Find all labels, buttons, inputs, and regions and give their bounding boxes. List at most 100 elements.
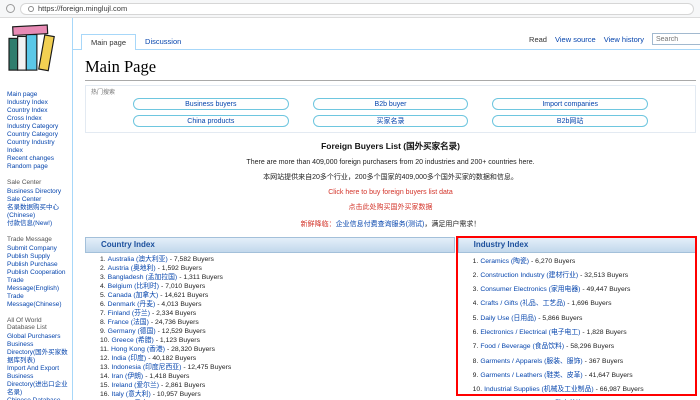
sidebar-section-link[interactable]: Import And Export Business Directory(进出口…	[7, 365, 69, 397]
country-row: 16.Italy (意大利)- 10,957 Buyers	[100, 390, 455, 399]
country-link[interactable]: Austria (奥地利)	[108, 265, 156, 272]
country-row: 6.Denmark (丹麦)- 4,013 Buyers	[100, 300, 455, 309]
sidebar-section-link[interactable]: Business Directory Sale Center	[7, 188, 69, 204]
sidebar-section-link[interactable]: Submit Company	[7, 245, 69, 253]
country-link[interactable]: Finland (芬兰)	[108, 310, 150, 317]
buy-data-link-zh[interactable]: 点击此处购买国外买家数据	[349, 204, 433, 211]
industry-link[interactable]: Consumer Electronics (家用电器)	[480, 286, 580, 293]
buyer-count: - 32,513 Buyers	[580, 272, 628, 279]
paid-query-service-link[interactable]: 企业信息付费查询服务(测试)	[336, 221, 425, 228]
intro-title: Foreign Buyers List (国外买家名录)	[85, 140, 696, 152]
sidebar-section-link[interactable]: Publish Cooperation	[7, 269, 69, 277]
sidebar-section-link[interactable]: 付款信息(New!)	[7, 220, 69, 228]
notice-line: 新鲜降临：企业信息付费查询服务(测试)，满足用户需求！	[85, 219, 696, 229]
country-link[interactable]: Hong Kong (香港)	[111, 346, 165, 353]
url-text: https://foreign.minglujl.com	[38, 4, 127, 13]
country-link[interactable]: France (法国)	[108, 319, 149, 326]
view-tabs: Read View source View history	[529, 33, 700, 49]
country-link[interactable]: Denmark (丹麦)	[108, 301, 156, 308]
intro-line-en: There are more than 409,000 foreign purc…	[85, 159, 696, 166]
industry-link[interactable]: Garments / Apparels (服装、服饰)	[480, 358, 582, 365]
sidebar-nav-link[interactable]: Random page	[7, 163, 69, 171]
industry-link[interactable]: Crafts / Gifts (礼品、工艺品)	[480, 300, 565, 307]
sidebar-section-link[interactable]: Trade Message(English)	[7, 277, 69, 293]
country-link[interactable]: Belgium (比利时)	[108, 283, 159, 290]
sidebar-nav-link[interactable]: Cross Index	[7, 115, 69, 123]
country-link[interactable]: Australia (澳大利亚)	[108, 256, 168, 263]
sidebar-nav-link[interactable]: Industry Category	[7, 123, 69, 131]
buy-data-link-en[interactable]: Click here to buy foreign buyers list da…	[328, 189, 453, 196]
country-link[interactable]: Iran (伊朗)	[111, 373, 143, 380]
buyer-count: - 367 Buyers	[585, 358, 624, 365]
sidebar-section-link[interactable]: Global Purchasers Business Directory(国外买…	[7, 333, 69, 365]
buyer-count: - 2,861 Buyers	[161, 382, 205, 389]
country-link[interactable]: Germany (德国)	[108, 328, 156, 335]
quick-link-button[interactable]: B2b buyer	[313, 98, 469, 110]
buyer-count: - 28,320 Buyers	[167, 346, 215, 353]
tab-read[interactable]: Read	[529, 35, 547, 44]
sidebar-nav-link[interactable]: Industry Index	[7, 99, 69, 107]
row-number: 7.	[473, 343, 479, 350]
books-icon	[7, 23, 61, 73]
country-link[interactable]: Greece (希腊)	[111, 337, 153, 344]
sidebar-section-link[interactable]: Publish Purchase	[7, 261, 69, 269]
country-link[interactable]: Indonesia (印度尼西亚)	[111, 364, 181, 371]
sidebar-nav-link[interactable]: Recent changes	[7, 155, 69, 163]
sidebar-nav-link[interactable]: Main page	[7, 91, 69, 99]
quick-link-button[interactable]: 买家名录	[313, 115, 469, 127]
tab-main-page[interactable]: Main page	[81, 34, 136, 50]
row-number: 13.	[100, 364, 109, 371]
site-info-icon[interactable]	[28, 6, 34, 12]
country-link[interactable]: Bangladesh (孟加拉国)	[108, 274, 178, 281]
row-number: 3.	[100, 274, 106, 281]
tab-view-source[interactable]: View source	[555, 35, 596, 44]
row-number: 15.	[100, 382, 109, 389]
search-input[interactable]	[652, 33, 700, 45]
industry-link[interactable]: Electronics / Electrical (电子电工)	[480, 329, 580, 336]
country-index-header: Country Index	[85, 237, 455, 253]
row-number: 3.	[473, 286, 479, 293]
industry-row: 4.Crafts / Gifts (礼品、工艺品)- 1,696 Buyers	[473, 297, 696, 311]
buyer-count: - 1,311 Buyers	[179, 274, 223, 281]
sidebar-section-link[interactable]: Trade Message(Chinese)	[7, 293, 69, 309]
country-row: 3.Bangladesh (孟加拉国)- 1,311 Buyers	[100, 273, 455, 282]
sidebar-nav-link[interactable]: Country Category	[7, 131, 69, 139]
row-number: 8.	[473, 358, 479, 365]
country-link[interactable]: India (印度)	[111, 355, 146, 362]
sidebar-section-title: All Of World Database List	[7, 317, 69, 331]
address-bar[interactable]: https://foreign.minglujl.com	[20, 3, 694, 15]
quick-link-button[interactable]: Business buyers	[133, 98, 289, 110]
site-logo[interactable]	[7, 23, 69, 73]
browser-chrome: https://foreign.minglujl.com	[0, 0, 700, 18]
browser-nav-icon[interactable]	[6, 4, 15, 13]
sidebar-nav-link[interactable]: Country Industry	[7, 139, 69, 147]
quick-link-button[interactable]: China products	[133, 115, 289, 127]
quick-link-button[interactable]: B2b网站	[492, 115, 648, 127]
row-number: 11.	[100, 346, 109, 353]
row-number: 6.	[473, 329, 479, 336]
sidebar-nav-link[interactable]: Index	[7, 147, 69, 155]
industry-link[interactable]: Garments / Leathers (鞋类、皮革)	[480, 372, 582, 379]
industry-link[interactable]: Construction Industry (建材行业)	[480, 272, 578, 279]
buyer-count: - 7,010 Buyers	[161, 283, 205, 290]
industry-row: 3.Consumer Electronics (家用电器)- 49,447 Bu…	[473, 283, 696, 297]
tab-discussion[interactable]: Discussion	[136, 34, 190, 49]
sidebar: Main pageIndustry IndexCountry IndexCros…	[0, 18, 72, 400]
industry-link[interactable]: Ceramics (陶瓷)	[480, 258, 529, 265]
tab-view-history[interactable]: View history	[604, 35, 644, 44]
industry-link[interactable]: Food / Beverage (食品饮料)	[480, 343, 564, 350]
quick-link-button[interactable]: Import companies	[492, 98, 648, 110]
row-number: 7.	[100, 310, 106, 317]
buyer-count: - 40,182 Buyers	[148, 355, 196, 362]
country-link[interactable]: Canada (加拿大)	[108, 292, 159, 299]
industry-link[interactable]: Daily Use (日用品)	[480, 315, 536, 322]
sidebar-section-link[interactable]: 名录数据购买中心(Chinese)	[7, 204, 69, 220]
sidebar-nav-link[interactable]: Country Index	[7, 107, 69, 115]
sidebar-section-link[interactable]: Publish Supply	[7, 253, 69, 261]
row-number: 5.	[473, 315, 479, 322]
industry-link[interactable]: Industrial Supplies (机械及工业制品)	[484, 386, 594, 393]
country-row: 15.Ireland (爱尔兰)- 2,861 Buyers	[100, 381, 455, 390]
country-link[interactable]: Ireland (爱尔兰)	[111, 382, 159, 389]
sidebar-nav: Main pageIndustry IndexCountry IndexCros…	[7, 91, 69, 171]
country-link[interactable]: Italy (意大利)	[111, 391, 150, 398]
